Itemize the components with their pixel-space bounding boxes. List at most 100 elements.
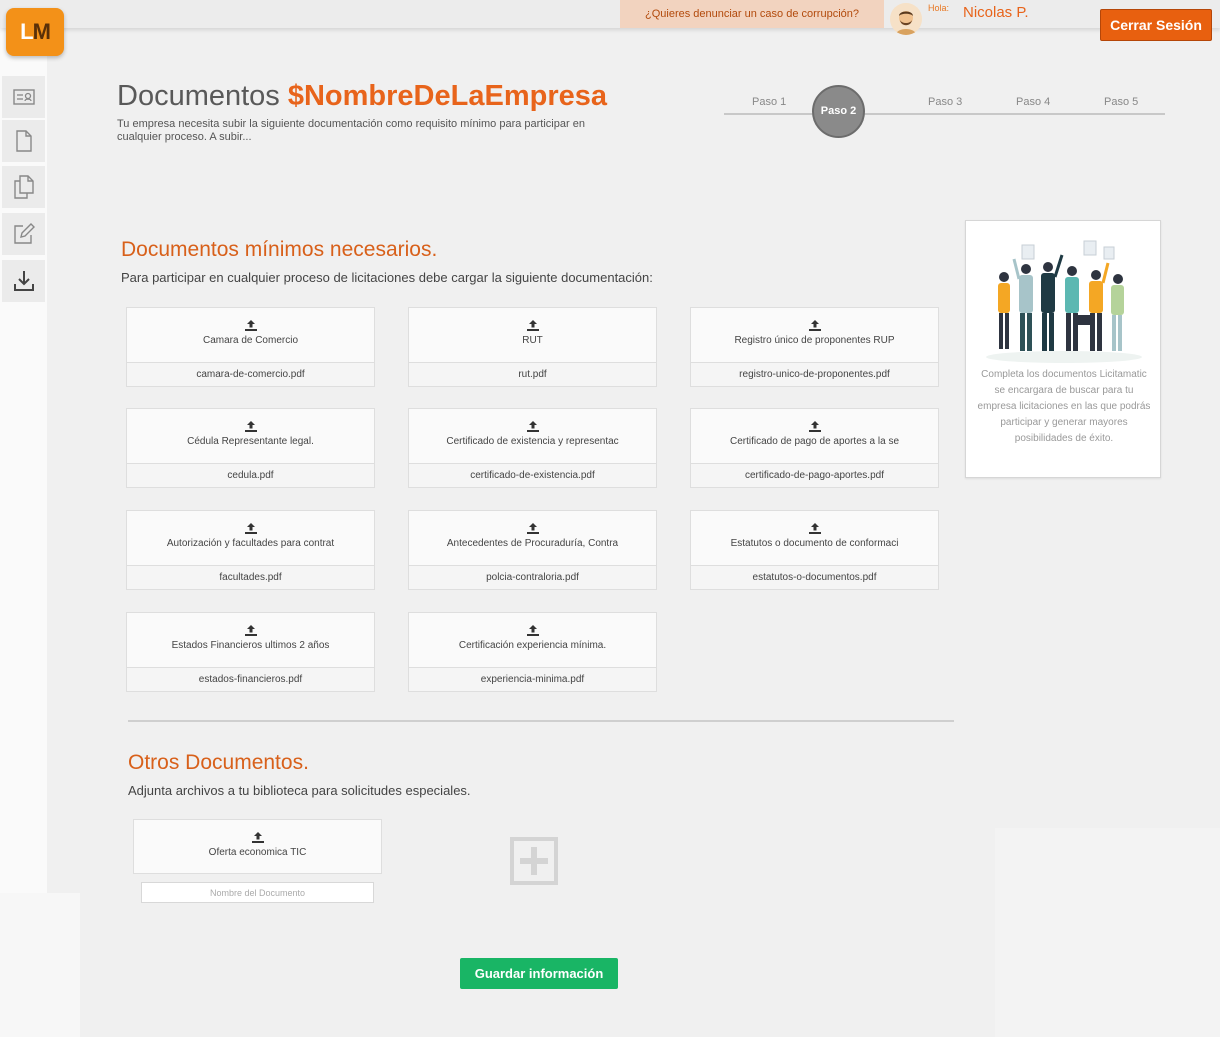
doc-label: RUT [522, 335, 543, 346]
doc-label: Estatutos o documento de conformaci [730, 538, 899, 549]
upload-icon [251, 832, 264, 843]
celebrating-team-illustration [986, 240, 1142, 363]
step-2-active[interactable]: Paso 2 [812, 85, 865, 138]
doc-upload-area[interactable]: Estatutos o documento de conformaci [690, 510, 939, 565]
edit-icon [13, 223, 35, 244]
required-docs-title: Documentos mínimos necesarios. [121, 238, 438, 261]
upload-icon [808, 421, 821, 432]
top-bar: ¿Quieres denunciar un caso de corrupción… [0, 0, 1220, 35]
sidebar-item-edit[interactable] [2, 213, 45, 255]
upload-icon [244, 320, 257, 331]
doc-label: Antecedentes de Procuraduría, Contra [446, 538, 619, 549]
doc-file-name: estados-financieros.pdf [126, 667, 375, 692]
promo-text: Completa los documentos Licitamatic se e… [977, 369, 1151, 444]
page-subtitle: Tu empresa necesita subir la siguiente d… [117, 118, 585, 143]
doc-label: Cédula Representante legal. [187, 436, 314, 447]
doc-file-name: experiencia-minima.pdf [408, 667, 657, 692]
doc-label: Certificado de existencia y representac [446, 436, 619, 447]
required-doc-card[interactable]: RUT rut.pdf [408, 307, 657, 387]
sidebar-item-document[interactable] [2, 120, 45, 162]
document-icon [15, 130, 32, 152]
sidebar [0, 28, 47, 893]
upload-icon [808, 320, 821, 331]
doc-label: Estados Financieros ultimos 2 años [171, 640, 330, 651]
upload-icon [526, 421, 539, 432]
doc-file-name: estatutos-o-documentos.pdf [690, 565, 939, 590]
doc-upload-area[interactable]: Estados Financieros ultimos 2 años [126, 612, 375, 667]
document-name-input[interactable] [141, 882, 374, 903]
background-panel [995, 828, 1220, 1037]
doc-file-name: facultades.pdf [126, 565, 375, 590]
logo-letter-m: M [32, 19, 51, 44]
doc-file-name: registro-unico-de-proponentes.pdf [690, 362, 939, 387]
doc-upload-area[interactable]: Antecedentes de Procuraduría, Contra [408, 510, 657, 565]
required-doc-card[interactable]: Cédula Representante legal. cedula.pdf [126, 408, 375, 488]
sidebar-item-download[interactable] [2, 260, 45, 302]
required-doc-card[interactable]: Certificación experiencia mínima. experie… [408, 612, 657, 692]
user-avatar[interactable] [890, 3, 922, 35]
required-doc-card[interactable]: Estados Financieros ultimos 2 años estado… [126, 612, 375, 692]
add-document-button[interactable] [510, 837, 558, 885]
sidebar-item-documents[interactable] [2, 166, 45, 208]
steps-progress-line [724, 113, 1165, 115]
upload-icon [244, 625, 257, 636]
doc-upload-area[interactable]: Registro único de proponentes RUP [690, 307, 939, 362]
app-logo[interactable]: LM [6, 8, 64, 56]
documents-icon [13, 175, 34, 199]
upload-icon [526, 523, 539, 534]
doc-upload-area[interactable]: Certificado de pago de aportes a la se [690, 408, 939, 463]
upload-icon [526, 320, 539, 331]
doc-upload-area[interactable]: RUT [408, 307, 657, 362]
required-doc-card[interactable]: Certificado de pago de aportes a la se ce… [690, 408, 939, 488]
doc-upload-area[interactable]: Certificado de existencia y representac [408, 408, 657, 463]
doc-upload-area[interactable]: Cédula Representante legal. [126, 408, 375, 463]
user-name: Nicolas P. [963, 4, 1029, 21]
upload-icon [244, 523, 257, 534]
page-title: Documentos $NombreDeLaEmpresa [117, 80, 607, 113]
other-docs-description: Adjunta archivos a tu biblioteca para so… [128, 783, 471, 798]
doc-file-name: camara-de-comercio.pdf [126, 362, 375, 387]
required-doc-card[interactable]: Autorización y facultades para contrat fa… [126, 510, 375, 590]
logo-letter-l: L [20, 19, 33, 44]
page-title-prefix: Documentos [117, 80, 288, 112]
doc-file-name: polcia-contraloria.pdf [408, 565, 657, 590]
greeting-label: Hola: [928, 3, 950, 13]
required-doc-card[interactable]: Registro único de proponentes RUP registr… [690, 307, 939, 387]
doc-label: Autorización y facultades para contrat [166, 538, 335, 549]
step-1[interactable]: Paso 1 [752, 96, 786, 108]
doc-file-name: cedula.pdf [126, 463, 375, 488]
promo-card: Completa los documentos Licitamatic se e… [965, 220, 1161, 478]
doc-label: Camara de Comercio [202, 335, 299, 346]
upload-icon [526, 625, 539, 636]
sidebar-item-profile[interactable] [2, 76, 45, 118]
required-doc-card[interactable]: Certificado de existencia y representac c… [408, 408, 657, 488]
doc-upload-area[interactable]: Certificación experiencia mínima. [408, 612, 657, 667]
doc-file-name: rut.pdf [408, 362, 657, 387]
other-doc-upload-card[interactable]: Oferta economica TIC [133, 819, 382, 874]
section-divider [128, 720, 954, 722]
upload-icon [808, 523, 821, 534]
company-name-placeholder: $NombreDeLaEmpresa [287, 80, 607, 112]
doc-upload-area[interactable]: Camara de Comercio [126, 307, 375, 362]
doc-label: Registro único de proponentes RUP [734, 335, 895, 346]
other-docs-title: Otros Documentos. [128, 751, 309, 774]
required-doc-card[interactable]: Antecedentes de Procuraduría, Contra polc… [408, 510, 657, 590]
step-3[interactable]: Paso 3 [928, 96, 962, 108]
report-corruption-link[interactable]: ¿Quieres denunciar un caso de corrupción… [620, 0, 884, 28]
upload-icon [244, 421, 257, 432]
required-doc-card[interactable]: Camara de Comercio camara-de-comercio.pdf [126, 307, 375, 387]
id-card-icon [12, 89, 35, 105]
background-panel [0, 893, 80, 1037]
required-doc-card[interactable]: Estatutos o documento de conformaci estat… [690, 510, 939, 590]
doc-file-name: certificado-de-pago-aportes.pdf [690, 463, 939, 488]
doc-file-name: certificado-de-existencia.pdf [408, 463, 657, 488]
doc-upload-area[interactable]: Autorización y facultades para contrat [126, 510, 375, 565]
step-5[interactable]: Paso 5 [1104, 96, 1138, 108]
required-docs-description: Para participar en cualquier proceso de … [121, 270, 653, 285]
doc-label: Certificado de pago de aportes a la se [730, 436, 899, 447]
step-4[interactable]: Paso 4 [1016, 96, 1050, 108]
logout-button[interactable]: Cerrar Sesión [1100, 9, 1212, 41]
save-info-button[interactable]: Guardar información [460, 958, 618, 989]
download-icon [13, 271, 34, 291]
doc-label: Certificación experiencia mínima. [458, 640, 607, 651]
